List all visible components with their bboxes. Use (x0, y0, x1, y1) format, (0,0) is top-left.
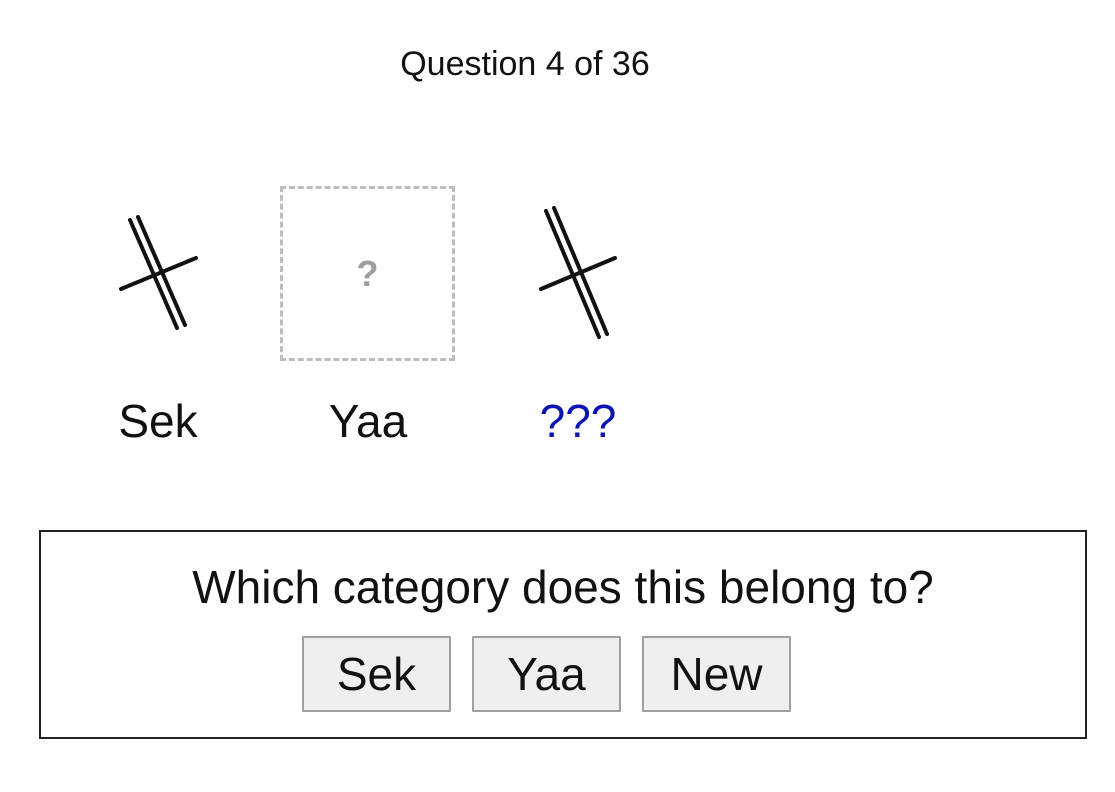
stimulus-target-glyph-icon (525, 200, 635, 350)
stimulus-sek-glyph-icon (105, 210, 215, 340)
question-prompt: Which category does this belong to? (192, 561, 934, 613)
answer-button-yaa[interactable]: Yaa (472, 636, 621, 712)
question-mark-icon: ? (356, 252, 379, 294)
unknown-stimulus-placeholder: ? (280, 186, 455, 361)
answer-button-sek[interactable]: Sek (302, 636, 451, 712)
stimulus-label-unknown: ??? (539, 395, 617, 447)
stimulus-label-yaa: Yaa (328, 395, 408, 447)
progress-indicator: Question 4 of 36 (400, 45, 650, 83)
answer-button-new[interactable]: New (642, 636, 791, 712)
question-panel: Which category does this belong to? Sek … (39, 530, 1087, 739)
stimulus-label-sek: Sek (118, 395, 198, 447)
